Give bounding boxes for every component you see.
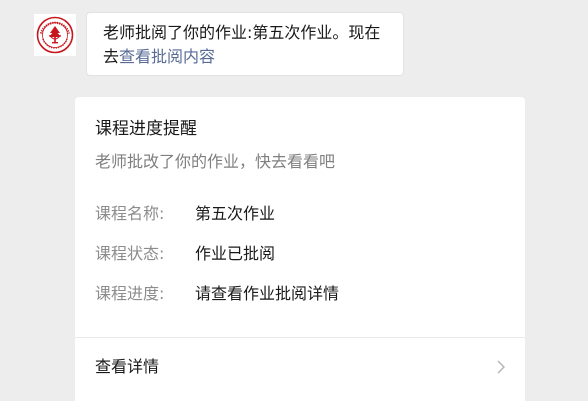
course-name-label: 课程名称: bbox=[95, 204, 165, 223]
card-title: 课程进度提醒 bbox=[95, 119, 197, 139]
chevron-right-icon bbox=[497, 360, 505, 374]
view-details-label: 查看详情 bbox=[95, 357, 160, 376]
course-status-value: 作业已批阅 bbox=[195, 244, 276, 263]
course-name-row: 课程名称: 第五次作业 bbox=[95, 203, 275, 225]
course-progress-card[interactable]: 课程进度提醒 老师批改了你的作业，快去看看吧 课程名称: 第五次作业 课程状态:… bbox=[75, 97, 525, 401]
course-status-label: 课程状态: bbox=[95, 244, 165, 263]
chat-message-bubble: 老师批阅了你的作业:第五次作业。现在去查看批阅内容 bbox=[86, 12, 404, 76]
card-subtitle: 老师批改了你的作业，快去看看吧 bbox=[95, 152, 336, 171]
view-details-button[interactable]: 查看详情 bbox=[75, 338, 525, 401]
course-status-row: 课程状态: 作业已批阅 bbox=[95, 243, 275, 265]
avatar[interactable] bbox=[34, 14, 76, 56]
course-progress-row: 课程进度: 请查看作业批阅详情 bbox=[95, 283, 339, 305]
course-name-value: 第五次作业 bbox=[195, 204, 276, 223]
university-seal-icon bbox=[36, 16, 74, 54]
view-review-link[interactable]: 查看批阅内容 bbox=[119, 47, 215, 66]
course-progress-value: 请查看作业批阅详情 bbox=[195, 284, 340, 303]
course-progress-label: 课程进度: bbox=[95, 284, 165, 303]
